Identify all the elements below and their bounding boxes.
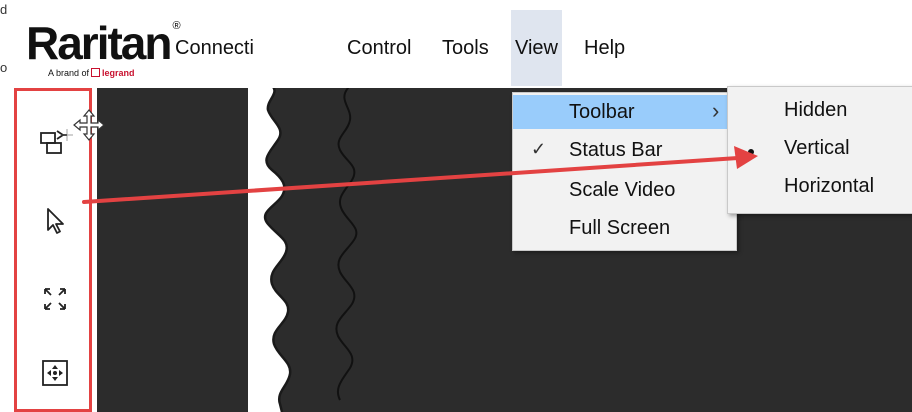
- logo-wordmark: Raritan: [26, 17, 172, 69]
- fit-screen-button[interactable]: [35, 279, 75, 319]
- menu-item-label: Toolbar: [569, 101, 635, 123]
- menu-item-full-screen[interactable]: Full Screen: [513, 211, 736, 245]
- view-menu-dropdown: Toolbar › ✓ Status Bar Scale Video Full …: [512, 92, 737, 251]
- menu-item-label: Full Screen: [569, 217, 671, 239]
- menu-item-toolbar[interactable]: Toolbar ›: [513, 95, 736, 129]
- submenu-item-label: Horizontal: [784, 175, 875, 197]
- move-pan-icon: [42, 360, 68, 386]
- menu-item-label: Status Bar: [569, 139, 663, 161]
- checkmark-icon: ✓: [531, 139, 547, 159]
- menu-connection[interactable]: Connecti: [175, 34, 254, 62]
- tagline-prefix: A brand of: [48, 68, 90, 78]
- submenu-item-hidden[interactable]: Hidden: [728, 93, 912, 131]
- menu-bar: d o Raritan ® A brand of legrand Connecti …: [0, 0, 625, 88]
- menu-item-label: Scale Video: [569, 179, 676, 201]
- toolbar-submenu: Hidden Vertical Horizontal: [727, 86, 912, 214]
- submenu-item-label: Hidden: [784, 99, 848, 121]
- menu-tools[interactable]: Tools: [442, 34, 489, 62]
- move-cursor-icon: [73, 109, 105, 141]
- submenu-item-label: Vertical: [784, 137, 850, 159]
- raritan-logo: Raritan ® A brand of legrand: [26, 17, 181, 78]
- pan-button[interactable]: [35, 353, 75, 393]
- screenshot-stage: d o Raritan ® A brand of legrand Connecti …: [0, 0, 912, 412]
- menu-item-status-bar[interactable]: ✓ Status Bar: [513, 133, 736, 167]
- menu-view[interactable]: View: [511, 10, 562, 86]
- menu-item-scale-video[interactable]: Scale Video: [513, 173, 736, 207]
- selected-bullet-icon: [748, 149, 754, 155]
- fit-screen-icon: [44, 288, 66, 310]
- logo-tagline: A brand of legrand: [48, 68, 135, 78]
- menu-control[interactable]: Control: [347, 34, 411, 62]
- clipped-edge-text: o: [0, 60, 8, 75]
- logo-registered-mark: ®: [172, 20, 181, 32]
- menu-help[interactable]: Help: [584, 34, 625, 62]
- pointer-cursor-icon: [47, 208, 64, 234]
- pointer-button[interactable]: [35, 201, 75, 241]
- submenu-item-horizontal[interactable]: Horizontal: [728, 169, 912, 207]
- clipped-edge-text: d: [0, 2, 8, 17]
- legrand-mark-icon: [91, 68, 101, 77]
- submenu-item-vertical[interactable]: Vertical: [728, 131, 912, 169]
- submenu-arrow-icon: ›: [712, 98, 720, 123]
- switch-target-icon: [40, 129, 73, 154]
- tagline-brand: legrand: [102, 68, 135, 78]
- switch-target-button[interactable]: [35, 123, 75, 163]
